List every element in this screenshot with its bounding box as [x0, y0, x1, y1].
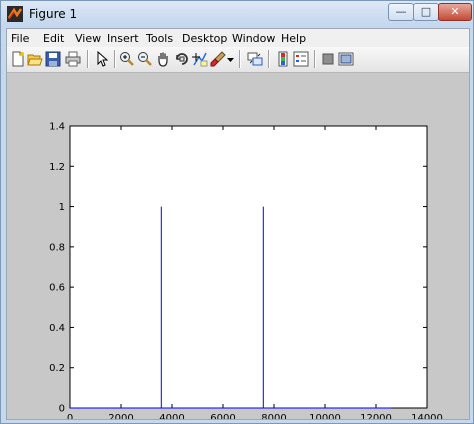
menu-view[interactable]: View	[75, 32, 101, 45]
x-tick-label: 0	[67, 413, 73, 419]
axes-background[interactable]	[69, 125, 428, 409]
zoom-out-icon[interactable]	[137, 51, 153, 67]
menu-tools[interactable]: Tools	[146, 32, 173, 45]
insert-colorbar-icon[interactable]	[275, 51, 291, 67]
print-icon[interactable]	[65, 51, 81, 67]
link-plot-icon[interactable]	[247, 51, 263, 67]
y-tick-label: 0.8	[49, 242, 65, 253]
open-file-icon[interactable]	[27, 51, 43, 67]
x-tick-label: 4000	[159, 413, 184, 419]
x-tick-label: 2000	[108, 413, 133, 419]
x-tick-label: 14000	[411, 413, 443, 419]
hide-plot-tools-icon[interactable]	[320, 51, 336, 67]
insert-legend-icon[interactable]	[293, 51, 309, 67]
y-tick-label: 0.6	[49, 283, 65, 294]
menu-bar: File Edit View Insert Tools Desktop Wind…	[7, 29, 469, 47]
minimize-button[interactable]: —	[388, 3, 414, 21]
menu-edit[interactable]: Edit	[43, 32, 64, 45]
y-tick-label: 0	[59, 404, 65, 415]
menu-desktop[interactable]: Desktop	[182, 32, 227, 45]
brush-dropdown-icon[interactable]	[226, 51, 235, 67]
figure-toolbar	[7, 47, 469, 73]
y-tick-label: 1.4	[49, 122, 65, 133]
title-bar[interactable]: Figure 1 — □ ✕	[1, 1, 473, 27]
brush-icon[interactable]	[210, 51, 226, 67]
close-button[interactable]: ✕	[438, 3, 472, 21]
pan-hand-icon[interactable]	[155, 51, 171, 67]
zoom-in-icon[interactable]	[119, 51, 135, 67]
menu-file[interactable]: File	[11, 32, 29, 45]
menu-window[interactable]: Window	[232, 32, 275, 45]
maximize-button[interactable]: □	[413, 3, 439, 21]
x-tick-label: 12000	[360, 413, 392, 419]
y-tick-label: 1.2	[49, 162, 65, 173]
edit-plot-arrow-icon[interactable]	[94, 51, 110, 67]
figure-window: Figure 1 — □ ✕ File Edit View Insert Too…	[0, 0, 474, 424]
rotate-3d-icon[interactable]	[174, 51, 190, 67]
menu-insert[interactable]: Insert	[107, 32, 139, 45]
new-figure-icon[interactable]	[10, 51, 26, 67]
y-tick-label: 0.2	[49, 363, 65, 374]
save-icon[interactable]	[45, 51, 61, 67]
data-cursor-icon[interactable]	[192, 51, 208, 67]
plot-area: 0 2000 4000 6000 8000 10000 12000 14000 0 0.2 0.4 0…	[49, 122, 443, 420]
y-tick-label: 1	[59, 202, 65, 213]
toolbar-separator	[314, 50, 316, 68]
figure-client-area: File Edit View Insert Tools Desktop Wind…	[6, 28, 470, 420]
window-title: Figure 1	[29, 7, 78, 21]
matlab-app-icon	[7, 6, 23, 22]
x-tick-label: 6000	[210, 413, 235, 419]
toolbar-separator	[114, 50, 116, 68]
toolbar-separator	[268, 50, 270, 68]
toolbar-separator	[239, 50, 241, 68]
menu-help[interactable]: Help	[281, 32, 306, 45]
y-tick-label: 0.4	[49, 323, 65, 334]
toolbar-separator	[87, 50, 89, 68]
x-tick-label: 8000	[261, 413, 286, 419]
x-tick-label: 10000	[309, 413, 341, 419]
show-plot-tools-icon[interactable]	[338, 51, 354, 67]
